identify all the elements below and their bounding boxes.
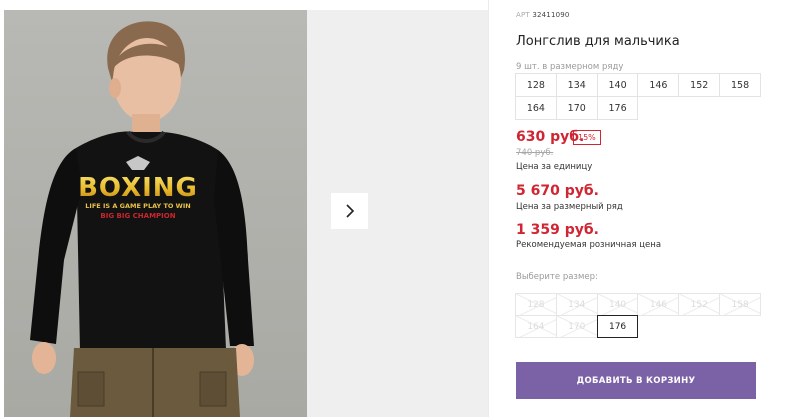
size-option-disabled: 152 bbox=[678, 293, 721, 316]
size-row-price-caption: Цена за размерный ряд bbox=[516, 202, 623, 212]
article-prefix: АРТ bbox=[516, 11, 530, 19]
size-row-cell: 158 bbox=[719, 73, 761, 97]
article-value: 32411090 bbox=[532, 11, 570, 19]
panel-divider bbox=[488, 0, 489, 417]
size-option-label: 134 bbox=[568, 299, 586, 310]
size-option-label: 164 bbox=[527, 321, 545, 332]
size-option-label: 146 bbox=[649, 299, 667, 310]
size-row-cell: 152 bbox=[678, 73, 721, 97]
size-option-label: 140 bbox=[608, 299, 627, 310]
size-row-note: 9 шт. в размерном ряду bbox=[516, 62, 624, 72]
product-title: Лонгслив для мальчика bbox=[516, 34, 680, 49]
size-picker: 128 134 140 146 152 158 164 170 176 bbox=[515, 293, 761, 338]
size-option-disabled: 158 bbox=[719, 293, 761, 316]
print-tagline: LIFE IS A GAME PLAY TO WIN bbox=[85, 202, 190, 210]
next-image-button[interactable] bbox=[331, 193, 368, 229]
size-option-label: 128 bbox=[527, 299, 545, 310]
size-row-cell: 176 bbox=[596, 96, 639, 120]
recommended-retail-price-caption: Рекомендуемая розничная цена bbox=[516, 240, 662, 250]
size-option-disabled: 170 bbox=[555, 315, 598, 338]
size-option-label: 170 bbox=[568, 321, 586, 332]
product-photo[interactable]: BOXING LIFE IS A GAME PLAY TO WIN BIG BI… bbox=[4, 10, 307, 417]
size-row-cell: 140 bbox=[596, 73, 639, 97]
discount-badge: 15% bbox=[573, 130, 601, 145]
print-subline: BIG BIG CHAMPION bbox=[100, 212, 175, 220]
size-row-grid: 128 134 140 146 152 158 164 170 176 bbox=[515, 73, 761, 120]
size-row-price: 5 670 руб. bbox=[516, 183, 599, 199]
article-number: АРТ 32411090 bbox=[516, 11, 570, 19]
size-row-cell: 146 bbox=[637, 73, 680, 97]
size-option-disabled: 128 bbox=[515, 293, 557, 316]
print-headline: BOXING bbox=[78, 173, 198, 203]
boy-illustration: BOXING LIFE IS A GAME PLAY TO WIN BIG BI… bbox=[30, 21, 254, 417]
add-to-cart-button[interactable]: ДОБАВИТЬ В КОРЗИНУ bbox=[516, 362, 756, 399]
size-row-cell: 164 bbox=[515, 96, 557, 120]
size-option-label: 152 bbox=[690, 299, 708, 310]
unit-price-caption: Цена за единицу bbox=[516, 162, 593, 172]
old-price: 740 руб. bbox=[516, 148, 554, 158]
size-option-176[interactable]: 176 bbox=[596, 315, 639, 338]
size-picker-label: Выберите размер: bbox=[516, 272, 598, 282]
size-option-disabled: 140 bbox=[596, 293, 639, 316]
recommended-retail-price: 1 359 руб. bbox=[516, 222, 599, 238]
size-option-label: 176 bbox=[608, 321, 627, 332]
size-option-disabled: 146 bbox=[637, 293, 680, 316]
size-row-cell: 170 bbox=[555, 96, 598, 120]
product-gallery: BOXING LIFE IS A GAME PLAY TO WIN BIG BI… bbox=[0, 0, 488, 417]
size-row-cell: 128 bbox=[515, 73, 557, 97]
size-option-disabled: 134 bbox=[555, 293, 598, 316]
size-row-cell: 134 bbox=[555, 73, 598, 97]
size-option-label: 158 bbox=[731, 299, 749, 310]
chevron-right-icon bbox=[345, 204, 354, 218]
size-option-disabled: 164 bbox=[515, 315, 557, 338]
